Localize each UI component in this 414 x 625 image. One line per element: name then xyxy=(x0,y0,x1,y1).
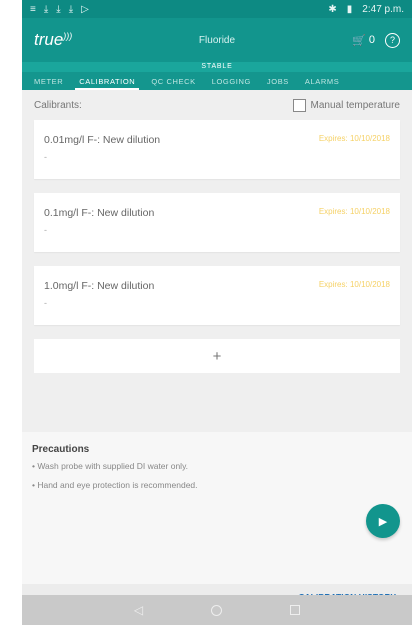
notification-icons: ≡ ⤓ ⤓ ⤓ ▷ xyxy=(30,4,89,15)
manual-temperature-checkbox[interactable] xyxy=(292,98,306,112)
calibrant-detail: - xyxy=(44,225,47,235)
app-bar: true))) Fluoride 🛒 0 ? xyxy=(22,18,412,62)
system-nav-bar: ◁ xyxy=(22,595,412,625)
manual-temperature-toggle[interactable]: Manual temperature xyxy=(292,98,401,112)
play-icon: ▶ xyxy=(378,515,388,528)
stability-indicator: STABLE xyxy=(22,62,412,72)
precautions-title: Precautions xyxy=(32,444,90,455)
calibrant-name: 0.01mg/l F-: New dilution xyxy=(44,134,161,146)
calibrant-detail: - xyxy=(44,298,47,308)
calibrant-card[interactable]: 1.0mg/l F-: New dilution Expires: 10/10/… xyxy=(34,266,400,325)
logo-text: true xyxy=(34,30,64,49)
battery-icon: ▮ xyxy=(346,3,353,15)
tab-meter[interactable]: METER xyxy=(26,72,71,90)
precaution-item: • Hand and eye protection is recommended… xyxy=(32,480,198,490)
calibrants-header: Calibrants: Manual temperature xyxy=(22,90,412,120)
tab-alarms[interactable]: ALARMS xyxy=(297,72,347,90)
calibrants-label: Calibrants: xyxy=(34,99,82,111)
precautions-panel: Precautions • Wash probe with supplied D… xyxy=(22,432,412,584)
home-icon[interactable] xyxy=(211,604,223,616)
download-icon: ⤓ xyxy=(56,3,61,15)
download-icon: ⤓ xyxy=(68,3,74,15)
tab-logging[interactable]: LOGGING xyxy=(204,72,259,90)
true-logo: true))) xyxy=(34,30,72,50)
precaution-item: • Wash probe with supplied DI water only… xyxy=(32,461,189,471)
bluetooth-icon: ✱ xyxy=(328,3,337,15)
signal-waves-icon: ))) xyxy=(63,31,73,41)
status-bar: ≡ ⤓ ⤓ ⤓ ▷ ✱ ▮ 2:47 p.m. xyxy=(22,0,412,18)
tab-qc-check[interactable]: QC CHECK xyxy=(143,72,203,90)
calibration-panel: Calibrants: Manual temperature 0.01mg/l … xyxy=(22,90,412,373)
cart-count: 0 xyxy=(368,34,375,46)
add-calibrant-button[interactable]: + xyxy=(34,339,400,373)
clock: 2:47 p.m. xyxy=(362,3,404,15)
back-icon[interactable]: ◁ xyxy=(134,603,143,617)
calibrant-expiry: Expires: 10/10/2018 xyxy=(318,134,390,143)
help-icon[interactable]: ? xyxy=(385,32,400,48)
calibrant-expiry: Expires: 10/10/2018 xyxy=(318,280,390,289)
download-icon: ⤓ xyxy=(43,3,49,15)
calibrant-name: 0.1mg/l F-: New dilution xyxy=(44,207,155,219)
calibrant-card[interactable]: 0.01mg/l F-: New dilution Expires: 10/10… xyxy=(34,120,400,179)
play-store-icon: ▷ xyxy=(81,3,89,15)
calibrant-detail: - xyxy=(44,152,47,162)
notification-icon: ≡ xyxy=(30,3,36,15)
tab-bar: METER CALIBRATION QC CHECK LOGGING JOBS … xyxy=(22,72,412,90)
calibrant-expiry: Expires: 10/10/2018 xyxy=(318,207,390,216)
tab-calibration[interactable]: CALIBRATION xyxy=(71,72,143,90)
calibrant-card[interactable]: 0.1mg/l F-: New dilution Expires: 10/10/… xyxy=(34,193,400,252)
manual-temperature-label: Manual temperature xyxy=(310,99,401,111)
cart-button[interactable]: 🛒 0 xyxy=(352,34,375,47)
device-screen: ≡ ⤓ ⤓ ⤓ ▷ ✱ ▮ 2:47 p.m. true))) Fluoride… xyxy=(22,0,412,625)
tab-jobs[interactable]: JOBS xyxy=(259,72,297,90)
recent-apps-icon[interactable] xyxy=(290,605,301,615)
calibrant-name: 1.0mg/l F-: New dilution xyxy=(44,280,155,292)
start-calibration-button[interactable]: ▶ xyxy=(366,504,400,538)
plus-icon: + xyxy=(212,347,222,365)
cart-icon: 🛒 xyxy=(352,34,366,47)
